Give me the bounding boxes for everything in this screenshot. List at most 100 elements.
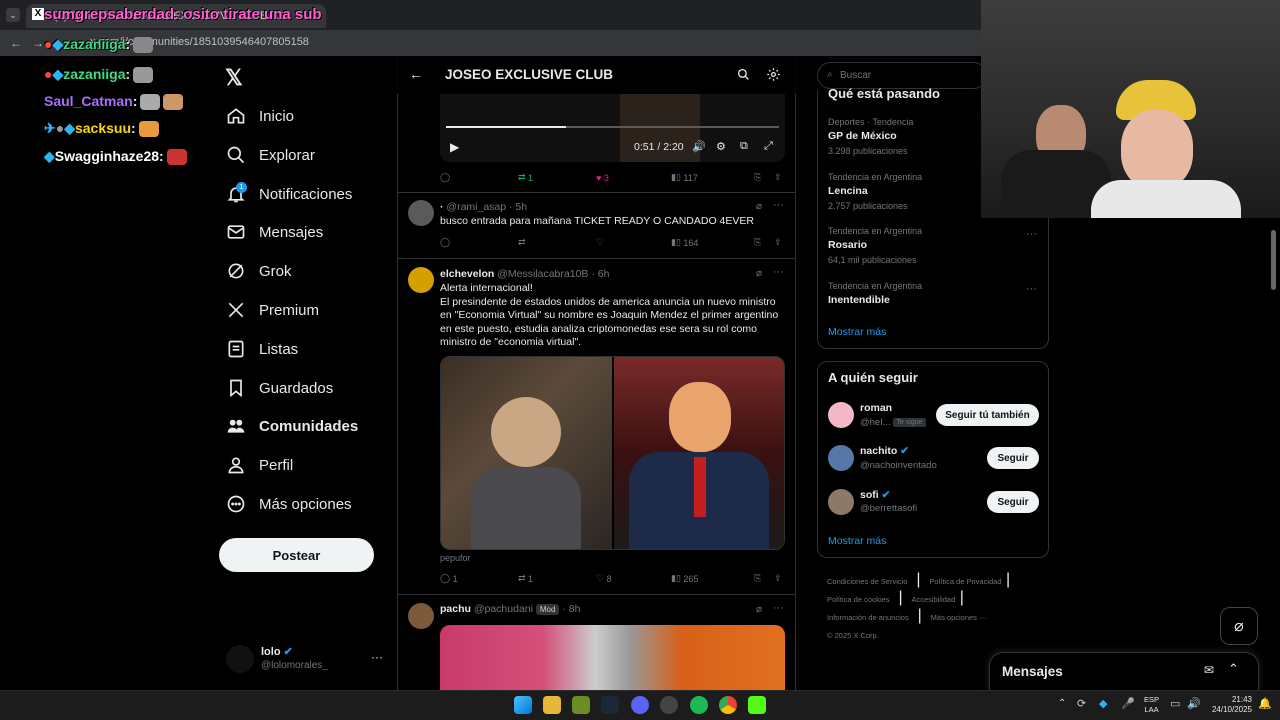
tweet-avatar[interactable]: [408, 267, 434, 293]
video-player[interactable]: ▶ 0:51 / 2:20 🔊 ⚙ ⧉ ⤢: [440, 94, 785, 162]
discord-icon[interactable]: [631, 696, 649, 714]
expand-up-icon[interactable]: ⌃: [1228, 661, 1239, 677]
more-icon[interactable]: ···: [773, 199, 784, 211]
show-more-trends-link[interactable]: Mostrar más: [828, 326, 886, 338]
share-icon[interactable]: ⇪: [774, 237, 782, 248]
page-scrollbar[interactable]: [1271, 230, 1276, 290]
grok-icon[interactable]: ⌀: [756, 604, 762, 615]
bookmark-icon[interactable]: ⎘: [754, 573, 774, 584]
footer-link[interactable]: Más opciones ···: [931, 613, 987, 622]
pip-icon[interactable]: ⧉: [740, 140, 748, 153]
follow-name[interactable]: roman: [860, 402, 892, 414]
nav-item-bookmarks[interactable]: Guardados: [226, 374, 333, 402]
nav-item-explore[interactable]: Explorar: [226, 141, 315, 169]
follow-name-row[interactable]: sofi ✔: [860, 489, 890, 501]
gear-icon[interactable]: [766, 67, 781, 82]
nav-item-premium[interactable]: Premium: [226, 296, 319, 324]
spotify-icon[interactable]: [690, 696, 708, 714]
messages-drawer[interactable]: Mensajes ✉ ⌃: [989, 652, 1259, 690]
footer-link[interactable]: Política de Privacidad: [929, 577, 1001, 586]
like-button[interactable]: ♥ 3: [596, 172, 671, 183]
footer-link[interactable]: Política de cookies: [827, 595, 890, 604]
language-indicator[interactable]: ESP LAA: [1144, 695, 1159, 715]
file-explorer-icon[interactable]: [543, 696, 561, 714]
x-logo-icon[interactable]: 𝕏: [225, 65, 243, 91]
bookmark-icon[interactable]: ⎘: [754, 172, 774, 183]
windows-start-icon[interactable]: [514, 696, 532, 714]
tweet-author[interactable]: · @rami_asap · 5h: [440, 201, 527, 213]
views-button[interactable]: ▮▯ 265: [671, 573, 754, 584]
account-name[interactable]: lolo ✔: [261, 645, 293, 658]
search-input[interactable]: ⌕ Buscar: [817, 62, 987, 89]
grok-icon[interactable]: ⌀: [756, 201, 762, 212]
footer-link[interactable]: Condiciones de Servicio: [827, 577, 907, 586]
tweet-avatar[interactable]: [408, 603, 434, 629]
reply-button[interactable]: ◯: [440, 237, 518, 248]
follow-avatar[interactable]: [828, 445, 854, 471]
repost-button[interactable]: ⇄ 1: [518, 172, 596, 183]
volume-icon[interactable]: 🔊: [1187, 697, 1201, 710]
like-button[interactable]: ♡ 8: [596, 573, 671, 584]
account-more-icon[interactable]: ···: [371, 650, 383, 664]
nav-item-more[interactable]: Más opciones: [226, 490, 352, 518]
microphone-icon[interactable]: 🎤: [1121, 697, 1135, 710]
grok-icon[interactable]: ⌀: [756, 268, 762, 279]
notification-bell-icon[interactable]: 🔔: [1258, 697, 1272, 710]
play-icon[interactable]: ▶: [450, 140, 459, 154]
media-image-left[interactable]: [441, 357, 612, 549]
reply-button[interactable]: ◯: [440, 172, 518, 183]
trend-item[interactable]: Deportes · Tendencia GP de México 3.298 …: [828, 117, 913, 156]
bookmark-icon[interactable]: ⎘: [754, 237, 774, 248]
follow-avatar[interactable]: [828, 402, 854, 428]
trend-item[interactable]: Tendencia en Argentina Rosario 64,1 mil …: [828, 226, 922, 265]
steam-icon[interactable]: [601, 696, 619, 714]
nav-item-messages[interactable]: Mensajes: [226, 218, 323, 246]
nav-item-lists[interactable]: Listas: [226, 335, 298, 363]
back-arrow-icon[interactable]: ←: [10, 36, 22, 50]
follow-button[interactable]: Seguir: [987, 491, 1039, 513]
media-image-right[interactable]: [614, 357, 784, 549]
chrome-icon[interactable]: [719, 696, 737, 714]
tweet-avatar[interactable]: [408, 200, 434, 226]
kick-icon[interactable]: [748, 696, 766, 714]
tweet-author[interactable]: pachu @pachudani Mod · 8h: [440, 603, 580, 615]
views-button[interactable]: ▮▯ 164: [671, 237, 754, 248]
search-icon[interactable]: [737, 68, 750, 81]
follow-back-button[interactable]: Seguir tú también: [936, 404, 1039, 426]
views-button[interactable]: ▮▯ 117: [671, 172, 754, 183]
tweet-author[interactable]: elchevelon @Messilacabra10B · 6h: [440, 268, 609, 280]
share-icon[interactable]: ⇪: [774, 573, 782, 584]
trend-item[interactable]: Tendencia en Argentina Lencina 2.757 pub…: [828, 172, 922, 211]
settings-icon[interactable]: ⚙: [716, 140, 726, 153]
footer-link[interactable]: Accesibilidad: [911, 595, 955, 604]
more-icon[interactable]: ···: [1026, 283, 1037, 295]
back-arrow-icon[interactable]: ←: [409, 66, 423, 82]
volume-icon[interactable]: 🔊: [692, 140, 706, 153]
forward-arrow-icon[interactable]: →: [32, 36, 44, 50]
nav-item-communities[interactable]: Comunidades: [226, 412, 358, 440]
follow-avatar[interactable]: [828, 489, 854, 515]
tweet-media[interactable]: [440, 625, 785, 690]
tweet-media[interactable]: [440, 356, 785, 550]
nav-item-profile[interactable]: Perfil: [226, 451, 293, 479]
follow-button[interactable]: Seguir: [987, 447, 1039, 469]
chevron-up-icon[interactable]: ⌃: [1058, 698, 1066, 709]
account-avatar[interactable]: [226, 645, 254, 673]
clock[interactable]: 21:43 24/10/2025: [1208, 695, 1252, 715]
sync-icon[interactable]: ⟳: [1077, 697, 1086, 710]
new-message-icon[interactable]: ✉: [1204, 663, 1214, 677]
like-button[interactable]: ♡: [596, 237, 671, 248]
show-more-follow-link[interactable]: Mostrar más: [828, 535, 886, 547]
network-icon[interactable]: ▭: [1170, 697, 1180, 710]
post-button[interactable]: Postear: [219, 538, 374, 572]
grok-floating-button[interactable]: ⌀: [1220, 607, 1258, 645]
obs-icon[interactable]: [660, 696, 678, 714]
fullscreen-icon[interactable]: ⤢: [764, 140, 773, 153]
nav-item-home[interactable]: Inicio: [226, 102, 294, 130]
nav-item-grok[interactable]: Grok: [226, 257, 292, 285]
more-icon[interactable]: ···: [773, 266, 784, 278]
footer-link[interactable]: Información de anuncios: [827, 613, 909, 622]
tab-list-button[interactable]: ⌄: [6, 8, 20, 22]
trend-item[interactable]: Tendencia en Argentina Inentendible: [828, 281, 922, 306]
more-icon[interactable]: ···: [773, 602, 784, 614]
